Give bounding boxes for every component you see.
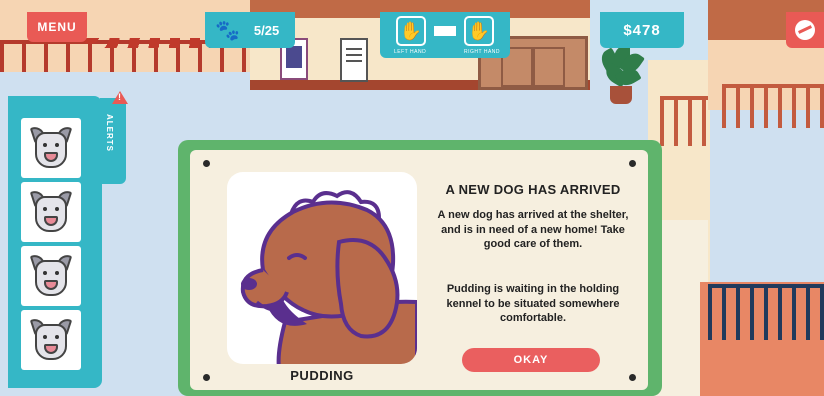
- hand-swap-slot: [434, 26, 456, 36]
- modal-message-detail: Pudding is waiting in the holding kennel…: [446, 283, 620, 324]
- alert-item[interactable]: [21, 118, 81, 178]
- left-hand-icon[interactable]: ✋: [396, 16, 426, 46]
- dog-portrait: [227, 172, 417, 364]
- pen-tool-icon: [795, 20, 815, 40]
- bolt-icon: [629, 374, 636, 381]
- bolt-icon: [203, 374, 210, 381]
- dog-count: 5/25: [253, 22, 280, 38]
- bolt-icon: [629, 160, 636, 167]
- right-hand-label: RIGHT HAND: [464, 49, 501, 55]
- alert-item[interactable]: [21, 182, 81, 242]
- dog-face-icon: [29, 316, 73, 364]
- modal-title: A NEW DOG HAS ARRIVED: [445, 182, 621, 197]
- railing-right: [660, 96, 710, 146]
- hands-panel: ✋ ✋ LEFT HAND RIGHT HAND: [380, 12, 510, 58]
- menu-button[interactable]: MENU: [27, 12, 87, 42]
- money-display: $478: [600, 12, 684, 48]
- potted-plant: [597, 46, 645, 106]
- okay-button[interactable]: OKAY: [462, 348, 600, 372]
- railing-right-2: [722, 84, 824, 128]
- bolt-icon: [203, 160, 210, 167]
- right-hand-icon[interactable]: ✋: [464, 16, 494, 46]
- warning-icon: [112, 91, 128, 104]
- dog-face-icon: [29, 188, 73, 236]
- left-hand-label: LEFT HAND: [394, 49, 427, 55]
- kennel-bars: [708, 284, 824, 340]
- notice-poster: [340, 38, 368, 82]
- dog-face-icon: [29, 252, 73, 300]
- alert-item[interactable]: [21, 310, 81, 370]
- modal-message: A new dog has arrived at the shelter, an…: [437, 209, 629, 250]
- poodle-dog-illustration: [240, 190, 417, 364]
- alerts-tab-label: ALERTS: [105, 114, 114, 152]
- paw-icon: 🐾: [215, 18, 240, 42]
- dog-face-icon: [29, 124, 73, 172]
- tool-button[interactable]: [786, 12, 824, 48]
- alert-item[interactable]: [21, 246, 81, 306]
- dog-name: PUDDING: [290, 368, 354, 383]
- dog-count-display: 🐾 5/25: [205, 12, 295, 48]
